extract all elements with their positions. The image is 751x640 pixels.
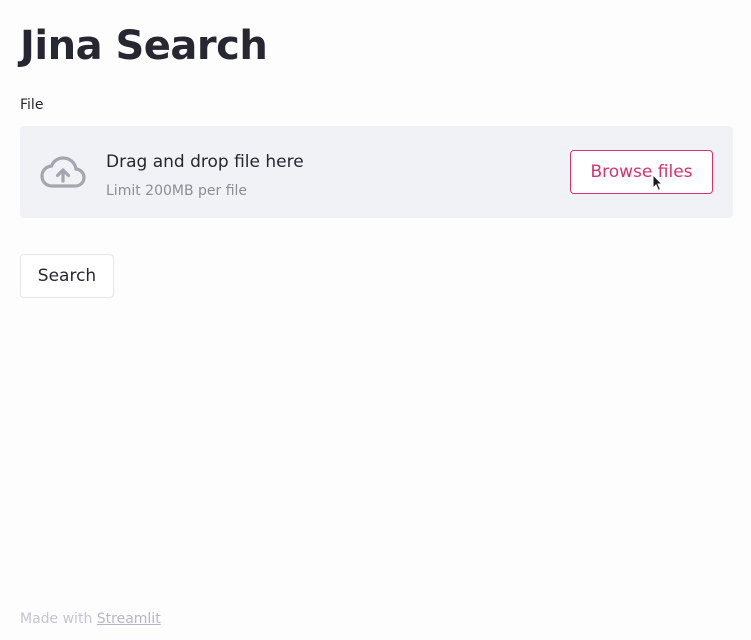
cloud-upload-icon	[40, 156, 86, 188]
app-page: Jina Search File Drag and drop file here…	[0, 0, 751, 640]
file-uploader-label: File	[20, 97, 44, 113]
dropzone-size-limit: Limit 200MB per file	[106, 183, 248, 199]
search-button[interactable]: Search	[20, 254, 114, 298]
browse-files-button[interactable]: Browse files	[570, 150, 713, 194]
footer: Made with Streamlit	[20, 609, 161, 629]
page-title: Jina Search	[20, 23, 268, 69]
mouse-cursor-icon	[652, 174, 664, 192]
footer-prefix: Made with	[20, 611, 93, 627]
streamlit-link[interactable]: Streamlit	[97, 611, 161, 627]
file-dropzone[interactable]: Drag and drop file here Limit 200MB per …	[20, 126, 733, 218]
dropzone-instructions: Drag and drop file here	[106, 152, 304, 172]
